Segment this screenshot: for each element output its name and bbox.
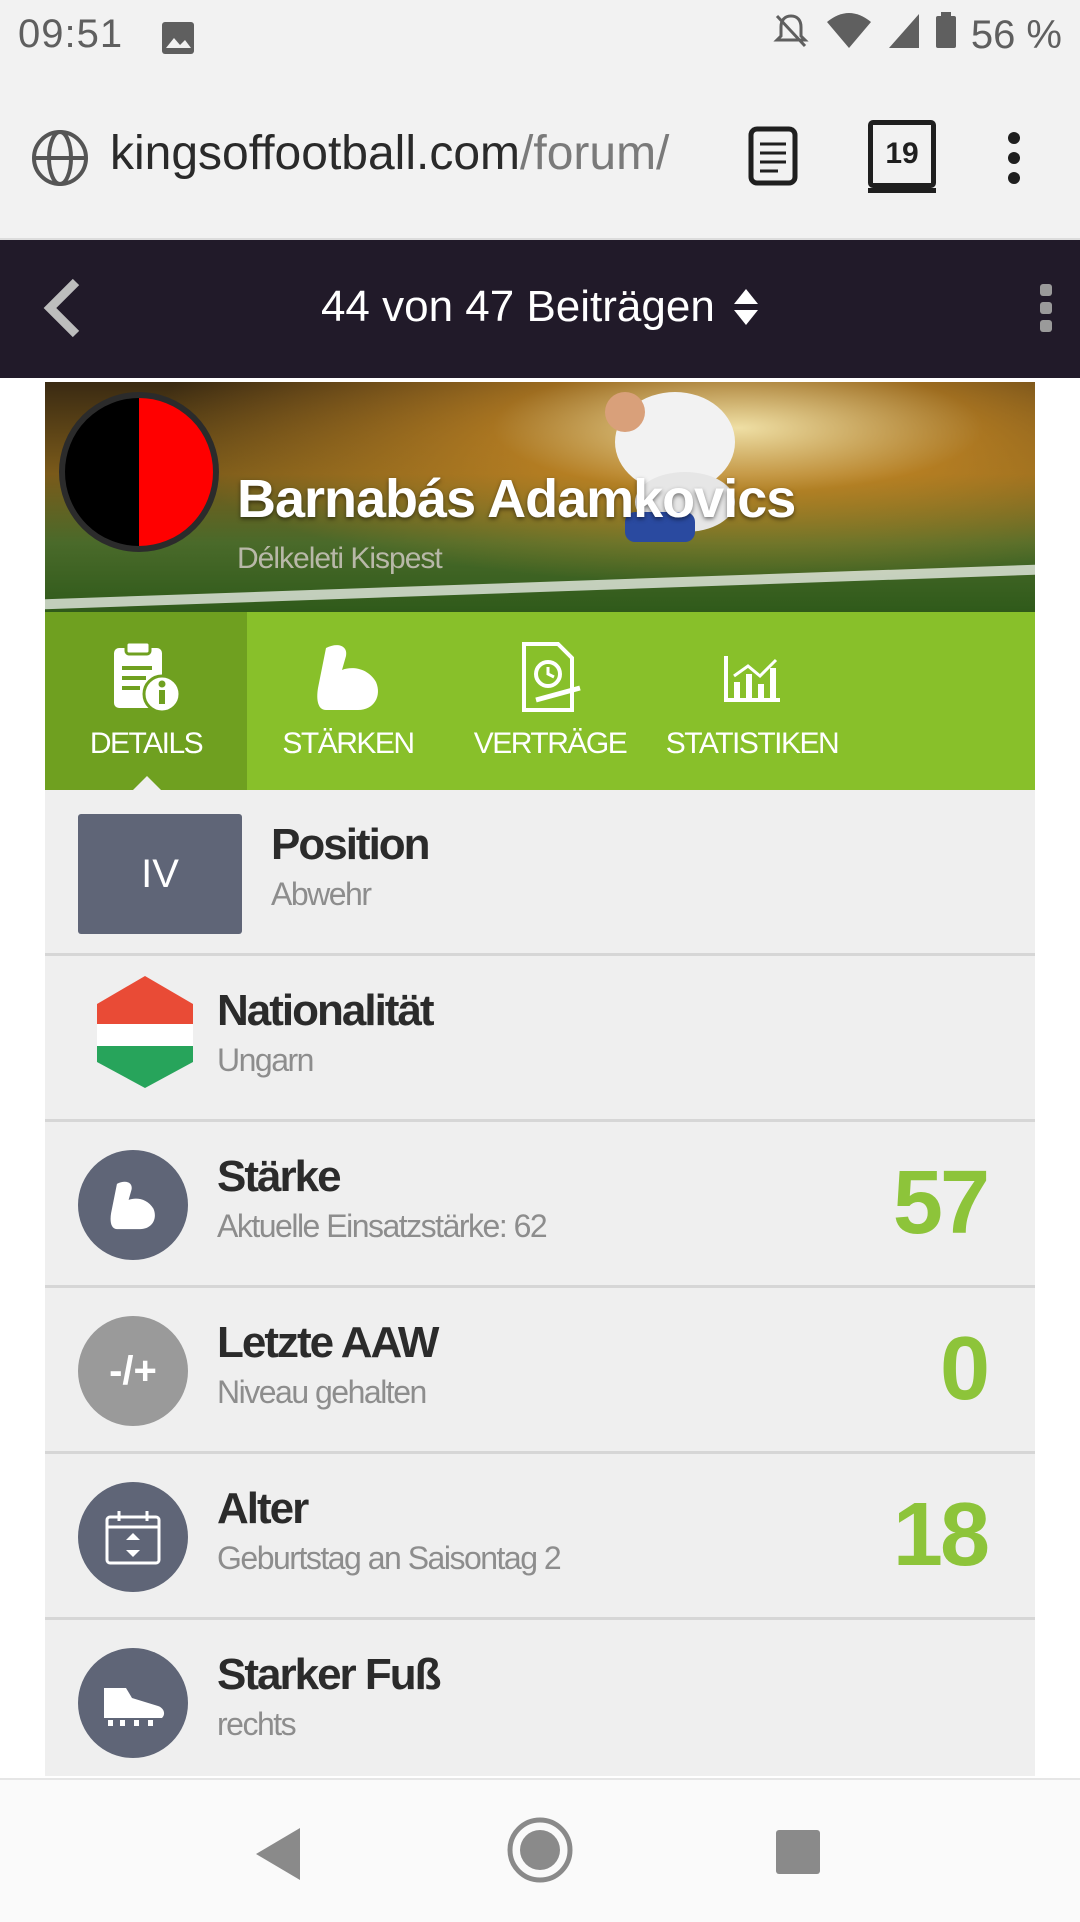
strength-value: 57	[892, 1153, 990, 1253]
aaw-value: 0	[939, 1319, 990, 1419]
tab-count-underline	[868, 188, 936, 193]
foot-value: rechts	[217, 1706, 297, 1742]
player-banner: Barnabás Adamkovics Délkeleti Kispest	[45, 382, 1035, 612]
position-row: IV Position Abwehr	[45, 790, 1035, 956]
tab-statistiken-label: STATISTIKEN	[665, 727, 840, 760]
last-aaw-row: -/+ Letzte AAW Niveau gehalten 0	[45, 1288, 1035, 1454]
player-tabs: DETAILS STÄRKEN VERTRÄGE STATISTIKEN	[45, 612, 1035, 790]
strength-row: Stärke Aktuelle Einsatzstärke: 62 57	[45, 1122, 1035, 1288]
hungary-flag-icon	[97, 976, 193, 1093]
strength-title: Stärke	[217, 1152, 342, 1201]
post-counter-label: 44 von 47 Beiträgen	[320, 282, 715, 331]
aaw-subtitle: Niveau gehalten	[217, 1374, 427, 1410]
position-title: Position	[271, 820, 431, 869]
strength-circle	[78, 1150, 188, 1260]
position-value: Abwehr	[271, 876, 372, 912]
strong-foot-row: Starker Fuß rechts	[45, 1620, 1035, 1776]
position-badge: IV	[78, 814, 242, 934]
browser-menu-icon[interactable]	[1004, 128, 1024, 193]
contract-icon	[514, 640, 586, 719]
wifi-icon	[825, 10, 873, 60]
tab-details[interactable]: DETAILS	[45, 612, 247, 790]
post-counter[interactable]: 44 von 47 Beiträgen	[0, 282, 1080, 332]
aaw-badge: -/+	[78, 1316, 188, 1426]
age-circle	[78, 1482, 188, 1592]
foot-circle	[78, 1648, 188, 1758]
tab-details-label: DETAILS	[89, 727, 204, 760]
nationality-title: Nationalität	[217, 986, 435, 1035]
age-subtitle: Geburtstag an Saisontag 2	[217, 1540, 562, 1576]
url-path: /forum/	[520, 127, 670, 180]
forum-navigation-bar: 44 von 47 Beiträgen	[0, 240, 1080, 378]
foot-title: Starker Fuß	[217, 1650, 442, 1699]
mute-bell-icon	[771, 10, 811, 60]
age-title: Alter	[217, 1484, 309, 1533]
tab-count-button[interactable]: 19	[868, 120, 936, 188]
tab-vertraege[interactable]: VERTRÄGE	[449, 612, 651, 790]
tab-vertraege-label: VERTRÄGE	[473, 727, 628, 760]
url-domain: kingsoffootball.com	[110, 127, 521, 180]
battery-percent: 56 %	[970, 12, 1062, 57]
age-row: Alter Geburtstag an Saisontag 2 18	[45, 1454, 1035, 1620]
muscle-icon	[312, 640, 384, 719]
age-value: 18	[892, 1485, 990, 1585]
tab-staerken[interactable]: STÄRKEN	[247, 612, 449, 790]
tab-staerken-label: STÄRKEN	[282, 727, 415, 760]
globe-icon[interactable]	[30, 128, 90, 193]
forum-more-icon[interactable]	[1038, 282, 1054, 339]
url-field[interactable]: kingsoffootball.com/forum/	[110, 126, 710, 181]
nav-home-icon[interactable]	[506, 1816, 574, 1889]
chart-icon	[722, 640, 782, 709]
battery-icon	[935, 10, 957, 60]
pitch-line	[45, 564, 1035, 610]
reader-mode-icon[interactable]	[748, 126, 798, 191]
signal-icon	[887, 10, 921, 60]
status-time: 09:51	[18, 12, 124, 56]
strength-subtitle: Aktuelle Einsatzstärke: 62	[217, 1208, 548, 1244]
nationality-row: Nationalität Ungarn	[45, 956, 1035, 1122]
muscle-icon	[110, 1181, 155, 1230]
browser-url-bar: kingsoffootball.com/forum/ 19	[0, 76, 1080, 240]
status-bar: 09:51 56 %	[0, 0, 1080, 76]
player-club[interactable]: Délkeleti Kispest	[237, 542, 443, 576]
nationality-value: Ungarn	[217, 1042, 314, 1078]
club-logo	[59, 392, 219, 552]
details-icon	[110, 640, 182, 719]
aaw-title: Letzte AAW	[217, 1318, 439, 1367]
system-navigation-bar	[0, 1778, 1080, 1922]
player-card: Barnabás Adamkovics Délkeleti Kispest DE…	[45, 382, 1035, 1776]
tab-statistiken[interactable]: STATISTIKEN	[651, 612, 853, 790]
image-notification-icon	[160, 20, 196, 61]
player-name: Barnabás Adamkovics	[237, 469, 796, 529]
nav-recents-icon[interactable]	[774, 1828, 822, 1881]
sort-updown-icon	[734, 289, 759, 325]
calendar-icon	[105, 1511, 161, 1565]
nav-back-icon[interactable]	[254, 1826, 304, 1887]
football-boot-icon	[104, 1688, 165, 1726]
